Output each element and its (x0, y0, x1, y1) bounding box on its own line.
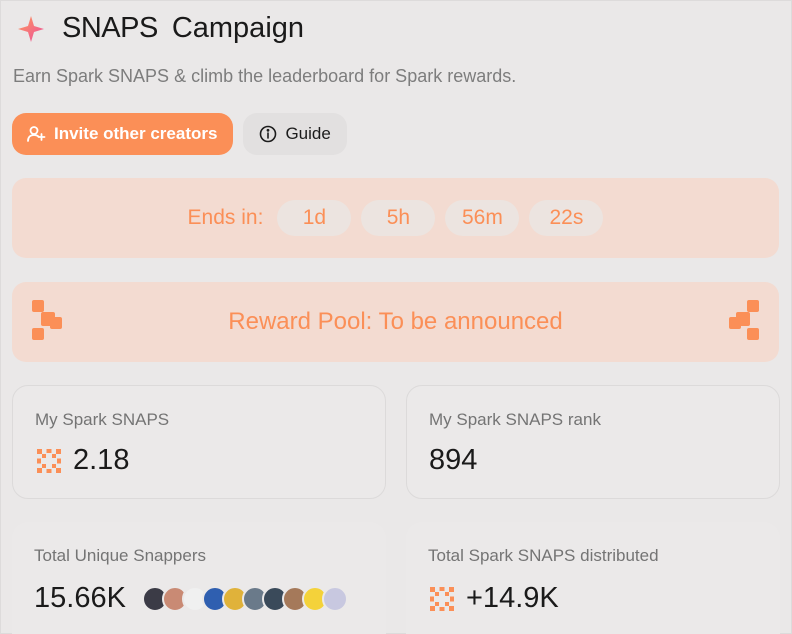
info-icon (260, 125, 277, 143)
timer-label: Ends in: (187, 206, 264, 229)
unique-snappers-label: Total Unique Snappers (34, 546, 207, 565)
snaps-token-icon (430, 586, 454, 611)
invite-creators-label: Invite other creators (54, 124, 218, 143)
unique-snappers-card: Total Unique Snappers 15.66K (12, 522, 386, 634)
snaps-distributed-label: Total Spark SNAPS distributed (428, 546, 659, 565)
snaps-rank-value: 894 (429, 444, 478, 476)
reward-pool-banner: Reward Pool: To be announced (12, 282, 779, 362)
my-snaps-value-row: 2.18 (35, 444, 129, 477)
avatar (321, 585, 348, 612)
my-snaps-value: 2.18 (73, 444, 130, 476)
reward-pool-text: Reward Pool: To be announced (228, 308, 563, 335)
timer-hours: 5h (361, 200, 436, 236)
timer-seconds: 22s (529, 200, 604, 236)
snaps-token-icon (37, 448, 61, 473)
campaign-header: SNAPS Campaign (16, 12, 304, 45)
page-title-campaign: Campaign (171, 12, 305, 44)
pixel-decoration-icon (729, 300, 759, 340)
unique-snappers-value: 15.66K (34, 582, 126, 614)
pixel-decoration-icon (32, 300, 62, 340)
add-user-icon (27, 126, 46, 142)
unique-snappers-value-row: 15.66K (34, 582, 348, 615)
timer-minutes: 56m (445, 200, 520, 236)
sparkle-icon (18, 15, 44, 42)
snaps-rank-label: My Spark SNAPS rank (429, 410, 601, 429)
action-buttons: Invite other creators Guide (12, 113, 347, 155)
snaps-distributed-value: +14.9K (466, 582, 559, 614)
timer-days: 1d (277, 200, 352, 236)
snapper-avatars (141, 585, 348, 612)
snaps-rank-card: My Spark SNAPS rank 894 (406, 385, 780, 499)
my-snaps-card: My Spark SNAPS 2.18 (12, 385, 386, 499)
countdown-timer: Ends in: 1d 5h 56m 22s (12, 178, 779, 258)
snaps-distributed-card: Total Spark SNAPS distributed +14.9K (406, 522, 780, 634)
my-snaps-label: My Spark SNAPS (35, 410, 170, 429)
invite-creators-button[interactable]: Invite other creators (12, 113, 234, 155)
snaps-distributed-value-row: +14.9K (428, 582, 559, 615)
guide-label: Guide (285, 124, 331, 143)
guide-button[interactable]: Guide (243, 113, 347, 155)
snaps-rank-value-row: 894 (429, 444, 477, 477)
page-title-snaps: SNAPS (62, 12, 158, 44)
page-subtitle: Earn Spark SNAPS & climb the leaderboard… (13, 66, 517, 86)
